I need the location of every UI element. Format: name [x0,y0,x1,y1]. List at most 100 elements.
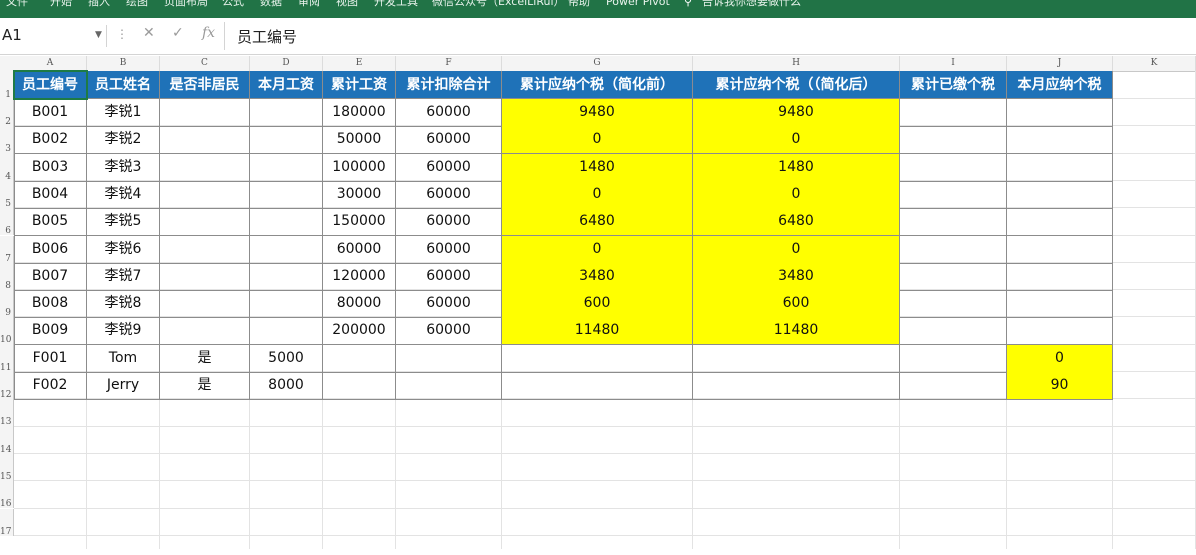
table-cell[interactable] [250,208,323,237]
row-header-1[interactable]: 1 [0,71,14,100]
column-header-I[interactable]: I [900,56,1007,71]
table-cell[interactable] [160,99,250,127]
table-cell[interactable] [160,290,250,319]
table-cell[interactable] [900,344,1007,373]
tab-draw[interactable]: 绘图 [126,0,148,9]
table-cell[interactable]: 600 [502,290,693,319]
row-header-8[interactable]: 8 [0,262,14,291]
table-cell[interactable]: 0 [502,180,693,209]
row-header-5[interactable]: 5 [0,180,14,209]
header-cell[interactable]: 累计工资 [323,71,396,99]
column-header-E[interactable]: E [323,56,396,71]
table-cell[interactable] [160,126,250,155]
table-cell[interactable]: 60000 [396,235,502,264]
table-cell[interactable]: 60000 [323,235,396,264]
table-cell[interactable]: 120000 [323,262,396,291]
table-cell[interactable] [250,262,323,291]
table-cell[interactable] [900,262,1007,291]
table-cell[interactable] [502,372,693,400]
table-cell[interactable]: 100000 [323,153,396,182]
table-cell[interactable]: 李锐1 [87,99,160,127]
table-cell[interactable]: 60000 [396,153,502,182]
tab-developer[interactable]: 开发工具 [374,0,418,9]
table-cell[interactable]: F002 [14,372,87,400]
table-cell[interactable]: 50000 [323,126,396,155]
tab-home[interactable]: 开始 [50,0,72,9]
table-cell[interactable]: 李锐5 [87,208,160,237]
tab-insert[interactable]: 插入 [88,0,110,9]
header-cell[interactable]: 累计已缴个税 [900,71,1007,99]
table-cell[interactable] [160,262,250,291]
header-cell[interactable]: 累计应纳个税（简化前） [502,71,693,99]
column-header-F[interactable]: F [396,56,502,71]
table-cell[interactable] [160,153,250,182]
column-header-C[interactable]: C [160,56,250,71]
row-header-3[interactable]: 3 [0,126,14,154]
row-header-13[interactable]: 13 [0,399,14,427]
tab-formulas[interactable]: 公式 [222,0,244,9]
table-cell[interactable] [250,180,323,209]
table-cell[interactable]: 1480 [502,153,693,182]
tab-help[interactable]: 帮助 [568,0,590,9]
tab-review[interactable]: 审阅 [298,0,320,9]
header-cell[interactable]: 累计扣除合计 [396,71,502,99]
table-cell[interactable]: Tom [87,344,160,373]
table-cell[interactable]: 60000 [396,317,502,346]
table-cell[interactable]: B001 [14,99,87,127]
table-cell[interactable] [250,99,323,127]
table-cell[interactable] [900,99,1007,127]
table-cell[interactable] [900,126,1007,155]
row-header-16[interactable]: 16 [0,481,14,509]
table-cell[interactable]: 0 [693,126,900,155]
table-cell[interactable] [160,317,250,346]
table-cell[interactable]: B003 [14,153,87,182]
table-cell[interactable] [250,290,323,319]
table-cell[interactable] [1007,317,1113,346]
enter-button[interactable]: ✓ [172,25,184,41]
table-cell[interactable] [160,235,250,264]
table-cell[interactable] [502,344,693,373]
table-cell[interactable]: 6480 [502,208,693,237]
table-cell[interactable]: 0 [502,235,693,264]
table-cell[interactable]: 0 [1007,344,1113,373]
table-cell[interactable] [250,317,323,346]
row-header-17[interactable]: 17 [0,508,14,537]
table-cell[interactable]: 是 [160,372,250,400]
table-cell[interactable]: 李锐3 [87,153,160,182]
table-cell[interactable]: 11480 [502,317,693,346]
row-header-10[interactable]: 10 [0,317,14,345]
header-cell[interactable]: 本月应纳个税 [1007,71,1113,99]
header-cell[interactable]: 累计应纳个税（（简化后） [693,71,900,99]
table-cell[interactable] [250,153,323,182]
table-cell[interactable]: 0 [693,235,900,264]
row-header-6[interactable]: 6 [0,208,14,236]
table-cell[interactable]: 9480 [693,99,900,127]
tell-me-box[interactable]: 告诉我你想要做什么 [702,0,801,9]
row-header-11[interactable]: 11 [0,344,14,373]
more-options-icon[interactable]: ⋮ [116,27,128,41]
row-header-15[interactable]: 15 [0,453,14,482]
table-cell[interactable]: 0 [502,126,693,155]
table-cell[interactable] [323,372,396,400]
table-cell[interactable] [1007,126,1113,155]
table-cell[interactable]: 60000 [396,99,502,127]
table-cell[interactable]: 5000 [250,344,323,373]
table-cell[interactable]: 3480 [502,262,693,291]
table-cell[interactable]: 0 [693,180,900,209]
table-cell[interactable]: 3480 [693,262,900,291]
table-cell[interactable] [900,317,1007,346]
select-all-corner[interactable] [0,56,15,72]
search-icon[interactable]: ⚲ [684,0,692,9]
table-cell[interactable]: 150000 [323,208,396,237]
header-cell[interactable]: 员工编号 [14,71,87,99]
table-cell[interactable]: B002 [14,126,87,155]
table-cell[interactable]: 60000 [396,180,502,209]
tab-power-pivot[interactable]: Power Pivot [606,0,670,9]
row-header-14[interactable]: 14 [0,426,14,455]
tab-file[interactable]: 文件 [6,0,28,9]
header-cell[interactable]: 员工姓名 [87,71,160,99]
table-cell[interactable]: 8000 [250,372,323,400]
table-cell[interactable]: F001 [14,344,87,373]
table-cell[interactable]: 60000 [396,126,502,155]
table-cell[interactable]: B006 [14,235,87,264]
